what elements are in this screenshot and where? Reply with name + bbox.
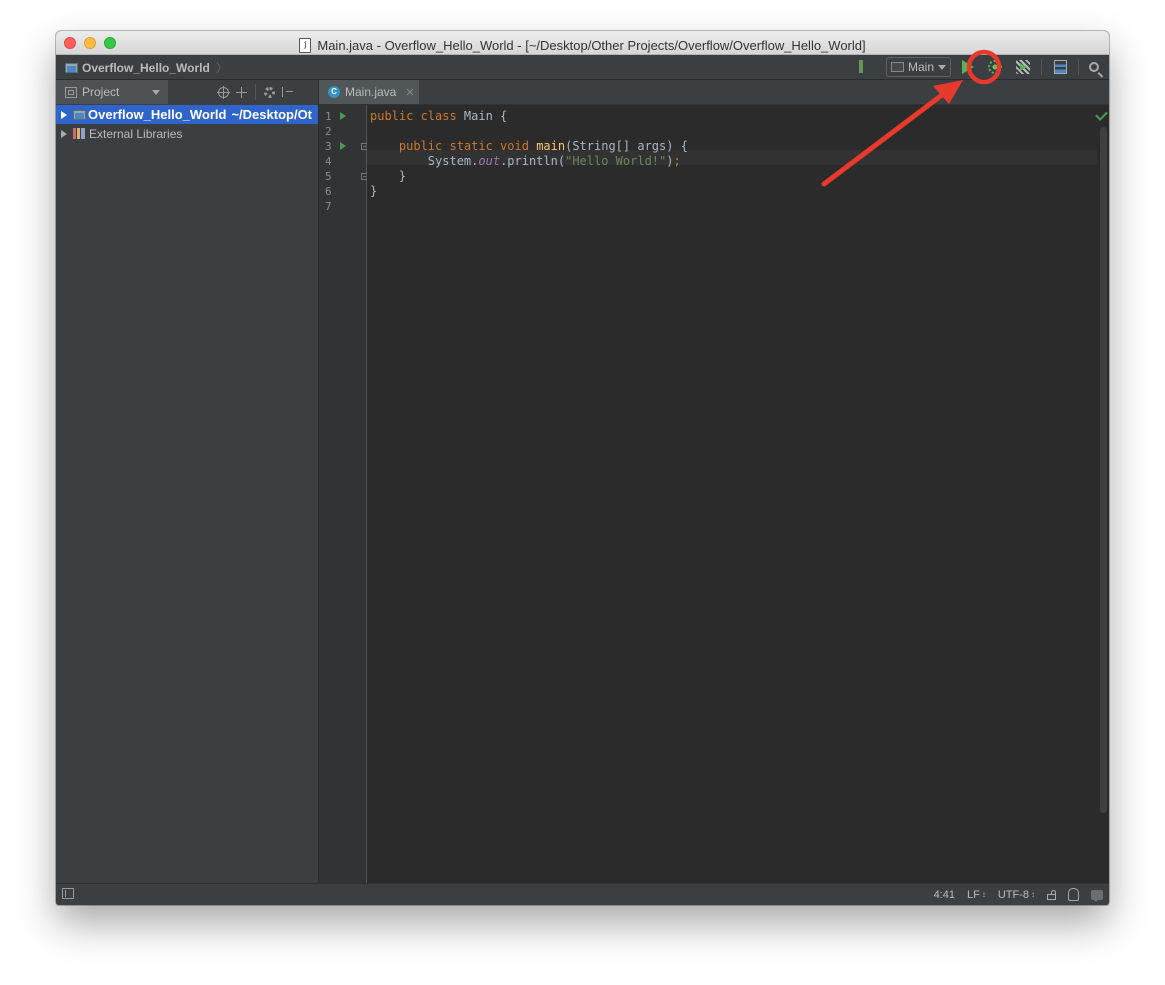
code-line-6: } xyxy=(370,184,378,198)
event-log-icon[interactable] xyxy=(1091,889,1103,902)
module-folder-icon xyxy=(73,109,86,120)
code-line-4: System.out.println("Hello World!"); xyxy=(427,154,681,168)
code-editor[interactable]: public class Main { public static void m… xyxy=(367,105,1097,884)
line-number: 5 xyxy=(325,170,332,183)
up-down-icon: ↕ xyxy=(1031,890,1035,899)
tree-item-label: External Libraries xyxy=(89,126,183,141)
line-number: 6 xyxy=(325,185,332,198)
toolbar: Main xyxy=(856,55,1109,79)
status-bar: 4:41 LF ↕ UTF-8 ↕ xyxy=(56,883,1109,905)
toolbar-divider xyxy=(1078,59,1079,75)
breadcrumb[interactable]: Overflow_Hello_World 〉 xyxy=(65,59,228,76)
hector-inspector-icon[interactable] xyxy=(1068,888,1079,901)
project-tab-label: Project xyxy=(82,85,120,99)
tab-label: Main.java xyxy=(345,85,397,99)
caret-position-label: 4:41 xyxy=(933,888,955,901)
project-structure-icon xyxy=(1053,60,1067,74)
line-number: 7 xyxy=(325,200,332,213)
gutter-run-class-icon[interactable] xyxy=(340,112,346,120)
run-icon xyxy=(962,60,974,74)
project-structure-button[interactable] xyxy=(1049,56,1071,78)
debug-button[interactable] xyxy=(984,56,1006,78)
chevron-down-icon xyxy=(938,64,946,70)
code-line-3: public static void main(String[] args) { xyxy=(398,139,688,153)
tree-item-external-libraries[interactable]: External Libraries xyxy=(56,124,318,143)
project-tool-header: Project xyxy=(56,80,318,105)
tree-item-label: Overflow_Hello_World xyxy=(88,107,227,122)
java-file-icon: j xyxy=(299,38,312,53)
minimize-window-button[interactable] xyxy=(84,37,96,49)
scroll-thumb[interactable] xyxy=(1100,127,1107,813)
project-view-icon xyxy=(65,86,77,98)
gutter-run-main-icon[interactable] xyxy=(340,142,346,150)
hide-panel-icon[interactable] xyxy=(282,87,293,97)
close-window-button[interactable] xyxy=(64,37,76,49)
ide-window: j Main.java - Overflow_Hello_World - [~/… xyxy=(56,31,1109,905)
editor-tab-bar: C Main.java ✕ xyxy=(319,80,1109,105)
encoding-label: UTF-8 xyxy=(997,888,1029,901)
line-number: 1 xyxy=(325,110,332,123)
run-configuration-select[interactable]: Main xyxy=(885,57,951,77)
window-title: Main.java - Overflow_Hello_World - [~/De… xyxy=(317,38,866,53)
no-problems-check-icon xyxy=(1095,108,1108,121)
class-icon: C xyxy=(328,86,340,98)
run-with-coverage-button[interactable] xyxy=(1012,56,1034,78)
make-icon xyxy=(858,59,875,75)
breadcrumb-project: Overflow_Hello_World xyxy=(82,60,210,75)
run-button[interactable] xyxy=(958,56,978,78)
line-number: 4 xyxy=(325,155,332,168)
project-tree: Overflow_Hello_World ~/Desktop/Ot Extern… xyxy=(56,104,319,884)
line-number: 2 xyxy=(325,125,332,138)
editor-scrollbar[interactable] xyxy=(1095,105,1109,884)
line-separator-select[interactable]: LF ↕ xyxy=(967,889,986,901)
collapse-all-icon[interactable] xyxy=(236,86,247,98)
tree-item-path: ~/Desktop/Ot xyxy=(231,107,313,122)
project-folder-icon xyxy=(65,62,78,73)
run-config-label: Main xyxy=(907,60,934,74)
search-everywhere-button[interactable] xyxy=(1086,56,1106,78)
expand-arrow-icon[interactable] xyxy=(61,110,67,119)
chevron-down-icon xyxy=(152,90,160,95)
code-line-1: public class Main { xyxy=(370,109,508,123)
project-view-select[interactable]: Project xyxy=(56,80,168,104)
application-config-icon xyxy=(890,62,904,72)
debug-icon xyxy=(988,60,1002,74)
editor-gutter: 1 2 3 4 5 6 7 xyxy=(319,105,368,884)
library-icon xyxy=(73,128,85,139)
lock-icon[interactable] xyxy=(1047,889,1056,900)
encoding-select[interactable]: UTF-8 ↕ xyxy=(998,889,1035,901)
tab-main-java[interactable]: C Main.java ✕ xyxy=(319,80,419,104)
coverage-icon xyxy=(1016,60,1030,74)
line-separator-label: LF xyxy=(966,888,980,901)
title-bar: j Main.java - Overflow_Hello_World - [~/… xyxy=(56,31,1109,55)
up-down-icon: ↕ xyxy=(981,890,986,899)
gear-icon[interactable] xyxy=(264,86,275,98)
header-divider xyxy=(255,84,256,100)
close-tab-icon[interactable]: ✕ xyxy=(405,86,414,99)
code-line-5: } xyxy=(398,169,407,183)
search-icon xyxy=(1089,62,1099,72)
scroll-from-source-icon[interactable] xyxy=(217,85,230,99)
make-project-button[interactable] xyxy=(858,56,875,78)
breadcrumb-separator-icon: 〉 xyxy=(215,61,228,75)
zoom-window-button[interactable] xyxy=(104,37,116,49)
expand-arrow-icon[interactable] xyxy=(61,129,67,138)
line-number: 3 xyxy=(325,140,332,153)
tool-windows-icon[interactable] xyxy=(62,888,74,899)
caret-position[interactable]: 4:41 xyxy=(934,889,955,901)
tree-item-project[interactable]: Overflow_Hello_World ~/Desktop/Ot xyxy=(56,105,318,124)
toolbar-divider xyxy=(1041,59,1042,75)
navigation-bar: Overflow_Hello_World 〉 Main xyxy=(56,55,1109,80)
